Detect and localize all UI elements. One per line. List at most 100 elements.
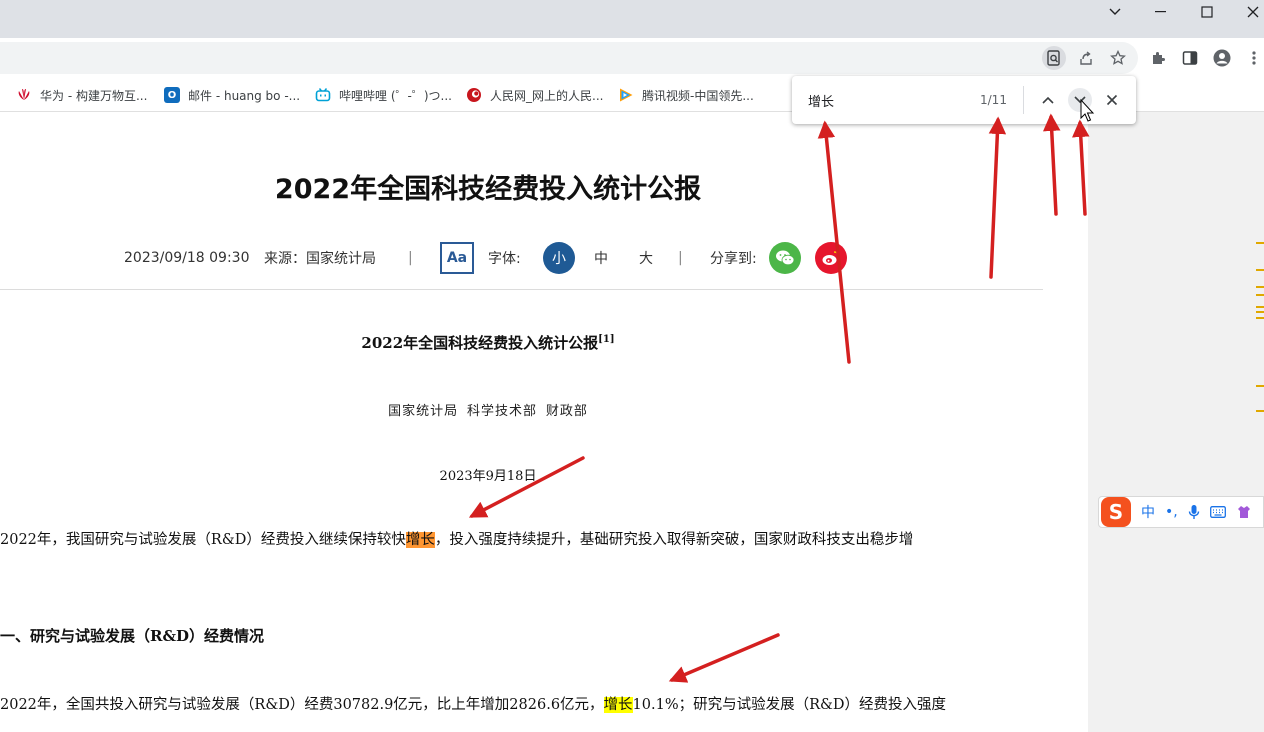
close-window-button[interactable]	[1230, 0, 1264, 24]
side-panel-icon	[1182, 51, 1198, 65]
scroll-match-marker	[1256, 286, 1264, 288]
paragraph-intro: 2022年，我国研究与试验发展（R&D）经费投入继续保持较快增长，投入强度持续提…	[0, 528, 913, 549]
outlook-icon: O	[164, 87, 180, 103]
sogou-logo-icon[interactable]: S	[1101, 497, 1131, 527]
find-in-page-button[interactable]	[1042, 46, 1066, 70]
maximize-icon	[1201, 6, 1213, 18]
find-divider	[1023, 86, 1024, 114]
close-icon	[1106, 94, 1118, 106]
close-icon	[1247, 6, 1259, 18]
chevron-down-icon	[1109, 8, 1121, 15]
meta-separator: |	[678, 250, 683, 266]
bookmark-label: 哔哩哔哩 (゜-゜)つ...	[339, 88, 452, 103]
bookmark-label: 腾讯视频-中国领先...	[642, 88, 754, 103]
wechat-icon	[776, 250, 795, 266]
minimize-button[interactable]	[1138, 0, 1184, 24]
bilibili-icon	[315, 87, 331, 103]
share-weibo-button[interactable]	[815, 242, 847, 274]
bookmark-bilibili[interactable]: 哔哩哔哩 (゜-゜)つ...	[315, 78, 452, 112]
extensions-button[interactable]	[1148, 48, 1168, 68]
font-size-small-button[interactable]: 小	[543, 242, 575, 274]
browser-toolbar	[0, 38, 1264, 78]
scroll-match-marker	[1256, 385, 1264, 387]
article-title: 2022年全国科技经费投入统计公报	[274, 174, 702, 205]
publish-datetime: 2023/09/18 09:30	[124, 250, 250, 266]
chevron-up-icon	[1042, 96, 1054, 104]
share-wechat-button[interactable]	[769, 242, 801, 274]
bookmark-star-button[interactable]	[1108, 48, 1128, 68]
weibo-icon	[822, 251, 840, 265]
section-heading: 一、研究与试验发展（R&D）经费情况	[0, 627, 265, 645]
current-search-match: 增长	[405, 532, 435, 548]
bookmark-tencent-video[interactable]: 腾讯视频-中国领先...	[618, 78, 754, 112]
page-search-icon	[1047, 50, 1060, 66]
font-size-label: 字体:	[488, 251, 521, 267]
divider	[0, 289, 1043, 290]
bookmark-outlook[interactable]: O 邮件 - huang bo -...	[164, 78, 300, 112]
font-style-button[interactable]: Aa	[440, 242, 474, 274]
share-label: 分享到:	[710, 251, 757, 267]
paragraph-text: 10.1%；研究与试验发展（R&D）经费投入强度	[632, 697, 947, 713]
find-input[interactable]	[808, 90, 958, 110]
ime-mode-toggle[interactable]: 中	[1141, 502, 1155, 522]
scroll-match-marker	[1256, 242, 1264, 244]
star-icon	[1110, 50, 1126, 65]
footnote-ref[interactable]: [1]	[598, 334, 614, 345]
bookmark-huawei[interactable]: 华为 - 构建万物互...	[16, 78, 147, 112]
find-next-button[interactable]	[1068, 88, 1092, 112]
font-size-medium-button[interactable]: 中	[594, 242, 608, 274]
meta-separator: |	[408, 250, 413, 266]
scroll-match-marker	[1256, 294, 1264, 296]
browser-window: 华为 - 构建万物互... O 邮件 - huang bo -... 哔哩哔哩 …	[0, 0, 1264, 732]
more-vert-icon	[1252, 51, 1256, 65]
microphone-icon[interactable]	[1188, 504, 1200, 520]
chevron-down-icon	[1074, 96, 1086, 104]
scroll-match-marker	[1256, 317, 1264, 319]
ime-toolbar[interactable]: S 中 •,	[1098, 496, 1264, 528]
find-match-count: 1/11	[980, 93, 1007, 107]
scrollbar-track[interactable]	[1088, 112, 1264, 732]
document-authors: 国家统计局 科学技术部 财政部	[388, 404, 588, 419]
scroll-match-marker	[1256, 269, 1264, 271]
search-match: 增长	[603, 697, 633, 713]
huawei-icon	[16, 87, 32, 103]
skin-icon[interactable]	[1236, 504, 1252, 520]
tencent-video-icon	[618, 87, 634, 103]
peoples-daily-icon	[466, 87, 482, 103]
find-close-button[interactable]	[1100, 88, 1124, 112]
document-title: 2022年全国科技经费投入统计公报[1]	[0, 332, 976, 353]
avatar-icon	[1213, 49, 1231, 67]
article-meta: 2023/09/18 09:30 来源：国家统计局 | Aa 字体: 小 中 大…	[0, 242, 1088, 274]
scroll-match-marker	[1256, 410, 1264, 412]
profile-button[interactable]	[1212, 48, 1232, 68]
title-bar	[0, 0, 1264, 38]
page-content: 2022年全国科技经费投入统计公报 2023/09/18 09:30 来源：国家…	[0, 112, 1088, 732]
tab-search-button[interactable]	[1092, 0, 1138, 24]
bookmark-label: 人民网_网上的人民...	[490, 88, 604, 103]
paragraph-text: 2022年，全国共投入研究与试验发展（R&D）经费30782.9亿元，比上年增加…	[0, 697, 604, 713]
scroll-match-marker	[1256, 311, 1264, 313]
bookmark-label: 华为 - 构建万物互...	[40, 88, 148, 103]
bookmark-peoples-daily[interactable]: 人民网_网上的人民...	[466, 78, 603, 112]
puzzle-icon	[1153, 52, 1165, 64]
font-size-large-button[interactable]: 大	[639, 242, 653, 274]
paragraph-text: 2022年，我国研究与试验发展（R&D）经费投入继续保持较快	[0, 532, 406, 548]
document-date: 2023年9月18日	[439, 469, 537, 484]
article-source: 来源：国家统计局	[264, 251, 376, 267]
minimize-icon	[1155, 11, 1166, 13]
paragraph-rd-funding: 2022年，全国共投入研究与试验发展（R&D）经费30782.9亿元，比上年增加…	[0, 693, 946, 714]
scroll-match-marker	[1256, 306, 1264, 308]
address-bar[interactable]	[0, 42, 1138, 74]
share-button[interactable]	[1076, 48, 1096, 68]
document-title-text: 2022年全国科技经费投入统计公报	[361, 334, 599, 352]
maximize-button[interactable]	[1184, 0, 1230, 24]
bookmark-label: 邮件 - huang bo -...	[188, 88, 301, 103]
find-previous-button[interactable]	[1036, 88, 1060, 112]
menu-button[interactable]	[1244, 48, 1264, 68]
side-panel-button[interactable]	[1180, 48, 1200, 68]
keyboard-icon[interactable]	[1209, 506, 1226, 518]
find-bar: 1/11	[792, 76, 1136, 124]
paragraph-text: ，投入强度持续提升，基础研究投入取得新突破，国家财政科技支出稳步增	[434, 532, 914, 548]
ime-punctuation-toggle[interactable]: •,	[1165, 504, 1178, 520]
share-icon	[1080, 51, 1092, 65]
